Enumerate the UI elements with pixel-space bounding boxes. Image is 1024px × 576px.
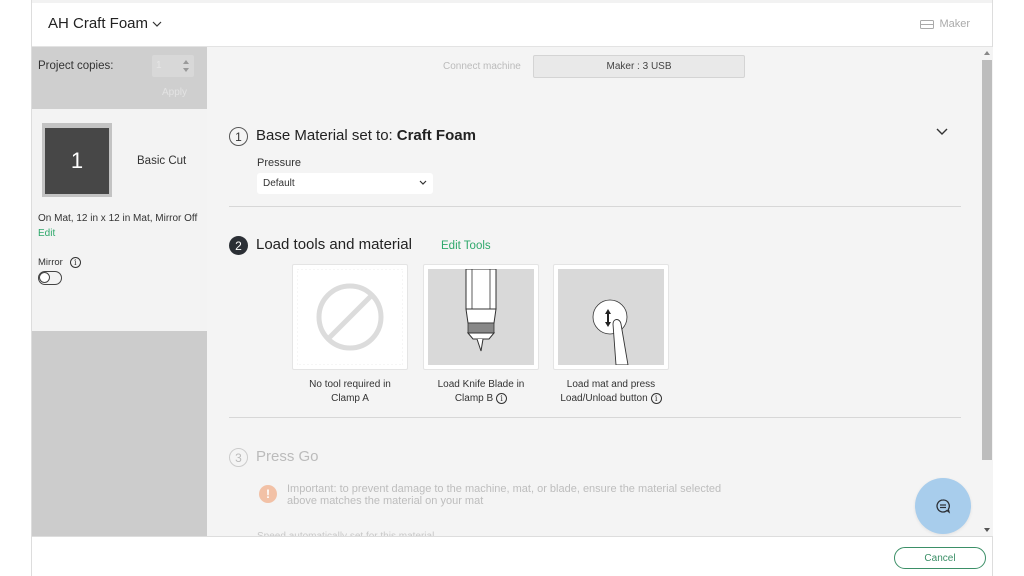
pressure-value: Default: [263, 178, 295, 189]
scrollbar-thumb[interactable]: [982, 60, 992, 460]
stepper-arrows-icon[interactable]: [180, 57, 192, 75]
divider: [229, 206, 961, 207]
divider: [229, 417, 961, 418]
tool-caption-clamp-b: Load Knife Blade in Clamp Bi: [416, 378, 546, 406]
mat-info: On Mat, 12 in x 12 in Mat, Mirror Off: [38, 213, 198, 224]
step-3-title: Press Go: [256, 448, 319, 465]
load-unload-button-icon: [558, 269, 664, 366]
mirror-toggle[interactable]: [38, 271, 62, 285]
scroll-up-icon[interactable]: [984, 51, 990, 55]
edit-tools-link[interactable]: Edit Tools: [441, 240, 491, 252]
machine-select-button[interactable]: Maker : 3 USB: [533, 55, 745, 78]
tool-caption-line1: Load Knife Blade in: [437, 379, 525, 390]
no-tool-icon: [296, 268, 404, 366]
project-copies-label: Project copies:: [38, 60, 114, 72]
project-copies-value: 1: [156, 60, 162, 71]
warning-message: ! Important: to prevent damage to the ma…: [259, 483, 747, 507]
sidebar: Project copies: 1 Apply 1 Basic Cut On M…: [32, 47, 207, 536]
project-title: AH Craft Foam: [48, 15, 149, 32]
info-icon[interactable]: i: [69, 257, 81, 268]
connect-machine-label: Connect machine: [443, 61, 521, 72]
mat-thumbnail[interactable]: 1: [42, 123, 112, 197]
step-2-number: 2: [229, 236, 248, 255]
chat-button[interactable]: [915, 478, 971, 534]
mat-name: Basic Cut: [137, 155, 187, 167]
chevron-down-icon[interactable]: [935, 127, 949, 137]
app-window: AH Craft Foam Maker Project copies: 1 Ap…: [31, 0, 993, 576]
step-1-title-text: Base Material set to:: [256, 127, 393, 144]
info-icon[interactable]: i: [496, 392, 508, 404]
project-title-dropdown[interactable]: AH Craft Foam: [48, 15, 162, 32]
tool-caption-line1: No tool required in: [309, 379, 391, 390]
project-copies-panel: Project copies: 1 Apply: [32, 47, 207, 109]
tool-caption-line2: Clamp B: [454, 393, 494, 404]
material-name: Craft Foam: [396, 127, 476, 144]
knife-blade-icon: [428, 268, 534, 365]
machine-icon: [920, 19, 935, 29]
main-scrollbar[interactable]: [981, 47, 993, 536]
main-panel: Connect machine Maker : 3 USB 1 Base Mat…: [207, 47, 981, 536]
warning-text: Important: to prevent damage to the mach…: [287, 483, 722, 507]
info-icon[interactable]: i: [650, 392, 662, 404]
tool-caption-line2: Load/Unload button: [560, 393, 648, 404]
step-3-number: 3: [229, 448, 248, 467]
sidebar-empty-area: [32, 331, 207, 536]
machine-label: Maker: [939, 18, 970, 30]
pressure-select[interactable]: Default: [257, 173, 433, 194]
header: AH Craft Foam Maker: [32, 3, 992, 47]
tool-caption-clamp-a: No tool required in Clamp A: [285, 378, 415, 406]
pressure-label: Pressure: [257, 157, 302, 169]
warning-icon: !: [259, 485, 277, 503]
cancel-button[interactable]: Cancel: [894, 547, 986, 569]
machine-indicator: Maker: [920, 18, 970, 30]
project-copies-stepper[interactable]: 1: [152, 55, 194, 77]
tool-card-clamp-b: [423, 264, 539, 370]
scroll-down-icon[interactable]: [984, 528, 990, 532]
mat-edit-link[interactable]: Edit: [38, 228, 55, 239]
tool-caption-line1: Load mat and press: [566, 379, 656, 390]
step-2-title: Load tools and material: [256, 236, 412, 253]
tool-card-load-mat: [553, 264, 669, 370]
chat-icon: [936, 499, 951, 514]
footer: Cancel: [32, 536, 992, 576]
apply-button[interactable]: Apply: [162, 87, 187, 98]
mat-card[interactable]: 1 Basic Cut On Mat, 12 in x 12 in Mat, M…: [32, 109, 207, 331]
mirror-row: Mirror i: [38, 257, 81, 268]
mirror-label: Mirror: [38, 257, 63, 268]
connect-machine-row: Connect machine Maker : 3 USB: [207, 55, 981, 79]
chevron-down-icon: [152, 21, 162, 27]
tool-caption-load-mat: Load mat and press Load/Unload button i: [546, 378, 676, 406]
tool-card-clamp-a: [292, 264, 408, 370]
tool-caption-line2: Clamp A: [331, 393, 369, 404]
chevron-down-icon: [419, 180, 427, 185]
mat-number: 1: [70, 148, 84, 173]
step-1-title: Base Material set to: Craft Foam: [256, 127, 476, 144]
toggle-knob: [39, 272, 50, 283]
step-1-number: 1: [229, 127, 248, 146]
